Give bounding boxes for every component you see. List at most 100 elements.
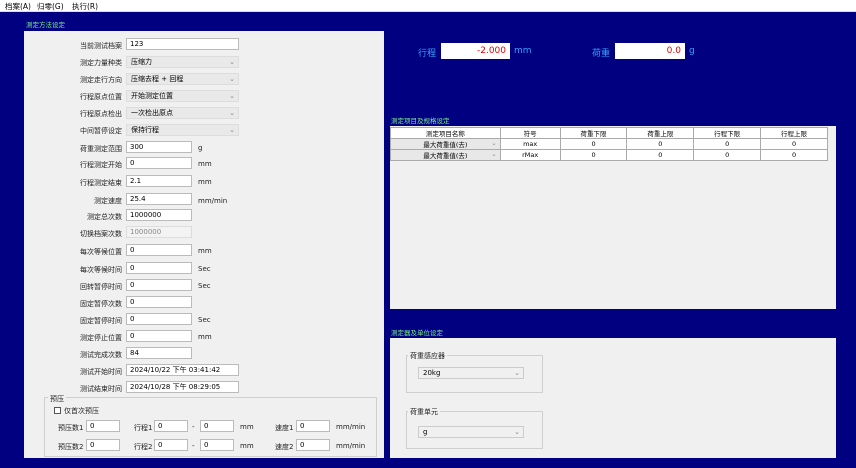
direction-select[interactable]: 压缩去程 + 回程 ⌄ bbox=[126, 73, 239, 85]
mid-pause-select[interactable]: 保持行程 ⌄ bbox=[126, 124, 239, 136]
load-readout-unit: g bbox=[689, 46, 695, 56]
total-count-label: 测定总次数 bbox=[87, 213, 122, 221]
stroke-readout-value: -2.000 bbox=[441, 43, 510, 59]
wait-pos-unit: mm bbox=[198, 247, 212, 255]
preload-stroke1-to[interactable]: 0 bbox=[200, 420, 234, 432]
start-time-label: 测试开始时间 bbox=[80, 368, 122, 376]
stop-pos-unit: mm bbox=[198, 333, 212, 341]
current-file-input[interactable]: 123 bbox=[126, 38, 239, 50]
origin-detect-label: 行程原点检出 bbox=[80, 110, 122, 118]
return-pause-input[interactable]: 0 bbox=[126, 279, 192, 291]
preload-speed2-label: 速度2 bbox=[275, 443, 294, 451]
preload-stroke1-from[interactable]: 0 bbox=[154, 420, 188, 432]
fixed-pause-time-input[interactable]: 0 bbox=[126, 313, 192, 325]
origin-detect-select[interactable]: 一次检出原点 ⌄ bbox=[126, 107, 239, 119]
unit-select[interactable]: g ⌄ bbox=[418, 426, 524, 438]
wait-pos-label: 每次等候位置 bbox=[80, 248, 122, 256]
unit-value: g bbox=[423, 428, 428, 436]
fixed-pause-time-unit: Sec bbox=[198, 316, 211, 324]
preload-count1-label: 预压数1 bbox=[58, 424, 84, 432]
sensor-panel: 荷重感应器 20kg ⌄ 荷重单元 g ⌄ bbox=[390, 338, 836, 458]
table-cell[interactable]: 0 bbox=[626, 138, 695, 150]
wait-time-input[interactable]: 0 bbox=[126, 262, 192, 274]
end-time-input[interactable]: 2024/10/28 下午 08:29:05 bbox=[126, 381, 239, 393]
spec-table: 测定项目名称 符号 荷重下限 荷重上限 行程下限 行程上限 最大荷重值(去) ⌄ … bbox=[390, 127, 828, 161]
table-cell[interactable]: 0 bbox=[760, 138, 828, 150]
chevron-down-icon: ⌄ bbox=[229, 92, 235, 100]
table-row: 最大荷重值(去) ⌄ rMax 0 0 0 0 bbox=[390, 149, 828, 161]
first-only-checkbox[interactable] bbox=[54, 407, 61, 414]
stroke-end-label: 行程测定结束 bbox=[80, 179, 122, 187]
fixed-pause-time-label: 固定暂停时间 bbox=[80, 317, 122, 325]
table-cell[interactable]: 0 bbox=[693, 138, 762, 150]
col-header: 荷重下限 bbox=[559, 127, 628, 139]
preload-speed1-input[interactable]: 0 bbox=[296, 420, 330, 432]
origin-detect-value: 一次检出原点 bbox=[131, 109, 173, 117]
table-cell[interactable]: 0 bbox=[626, 149, 695, 161]
sensor-value: 20kg bbox=[423, 369, 441, 377]
table-cell[interactable]: max bbox=[499, 138, 561, 150]
chevron-down-icon: ⌄ bbox=[491, 139, 497, 147]
force-type-label: 测定力量种类 bbox=[80, 59, 122, 67]
menu-file[interactable]: 档案(A) bbox=[5, 1, 31, 12]
preload-stroke2-label: 行程2 bbox=[134, 443, 153, 451]
current-file-label: 当前测试档案 bbox=[80, 42, 122, 50]
direction-value: 压缩去程 + 回程 bbox=[131, 75, 184, 83]
preload-stroke2-to[interactable]: 0 bbox=[200, 439, 234, 451]
start-time-input[interactable]: 2024/10/22 下午 03:41:42 bbox=[126, 364, 239, 376]
chevron-down-icon: ⌄ bbox=[229, 58, 235, 66]
item-name-select[interactable]: 最大荷重值(去) ⌄ bbox=[390, 138, 501, 150]
stroke-start-unit: mm bbox=[198, 160, 212, 168]
first-only-label: 仅首次预压 bbox=[64, 407, 99, 415]
method-section-title: 测定方法设定 bbox=[26, 21, 65, 29]
preload-count2-input[interactable]: 0 bbox=[86, 439, 120, 451]
stroke-readout-unit: mm bbox=[514, 46, 532, 56]
table-cell[interactable]: 0 bbox=[760, 149, 828, 161]
wait-time-label: 每次等候时间 bbox=[80, 266, 122, 274]
preload-count2-label: 预压数2 bbox=[58, 443, 84, 451]
col-header: 测定项目名称 bbox=[390, 127, 501, 139]
spec-table-header: 测定项目名称 符号 荷重下限 荷重上限 行程下限 行程上限 bbox=[390, 127, 828, 139]
wait-pos-input[interactable]: 0 bbox=[126, 244, 192, 256]
table-cell[interactable]: rMax bbox=[499, 149, 561, 161]
fixed-pause-count-input[interactable]: 0 bbox=[126, 296, 192, 308]
preload-speed2-unit: mm/min bbox=[336, 442, 366, 450]
spec-section-title: 测定项目及规格设定 bbox=[391, 117, 450, 125]
load-range-unit: g bbox=[198, 144, 203, 152]
menu-zero[interactable]: 归零(G) bbox=[37, 1, 64, 12]
preload-count1-input[interactable]: 0 bbox=[86, 420, 120, 432]
speed-label: 测定速度 bbox=[94, 197, 122, 205]
method-panel: 当前测试档案 123 测定力量种类 压缩力 ⌄ 测定走行方向 压缩去程 + 回程 ⌄… bbox=[24, 31, 384, 458]
sensor-select[interactable]: 20kg ⌄ bbox=[418, 367, 524, 379]
mid-pause-value: 保持行程 bbox=[131, 126, 159, 134]
col-header: 行程上限 bbox=[760, 127, 828, 139]
switch-count-label: 切换档案次数 bbox=[80, 230, 122, 238]
stop-pos-input[interactable]: 0 bbox=[126, 330, 192, 342]
stroke-start-input[interactable]: 0 bbox=[126, 157, 192, 169]
stroke-start-label: 行程测定开始 bbox=[80, 161, 122, 169]
table-cell[interactable]: 0 bbox=[559, 149, 628, 161]
speed-input[interactable]: 25.4 bbox=[126, 193, 192, 205]
done-count-input[interactable]: 84 bbox=[126, 347, 192, 359]
preload-speed1-label: 速度1 bbox=[275, 424, 294, 432]
menu-run[interactable]: 执行(R) bbox=[72, 1, 98, 12]
stop-pos-label: 测定停止位置 bbox=[80, 334, 122, 342]
preload-stroke2-from[interactable]: 0 bbox=[154, 439, 188, 451]
sensor-label: 荷重感应器 bbox=[408, 351, 447, 361]
item-name-select[interactable]: 最大荷重值(去) ⌄ bbox=[390, 149, 501, 161]
table-cell[interactable]: 0 bbox=[693, 149, 762, 161]
table-cell[interactable]: 0 bbox=[559, 138, 628, 150]
direction-label: 测定走行方向 bbox=[80, 76, 122, 84]
origin-pos-select[interactable]: 开始测定位置 ⌄ bbox=[126, 90, 239, 102]
preload-stroke1-unit: mm bbox=[240, 423, 254, 431]
col-header: 行程下限 bbox=[693, 127, 762, 139]
total-count-input[interactable]: 1000000 bbox=[126, 209, 192, 221]
stroke-end-input[interactable]: 2.1 bbox=[126, 175, 192, 187]
preload-stroke1-dash: - bbox=[192, 423, 195, 431]
preload-speed2-input[interactable]: 0 bbox=[296, 439, 330, 451]
switch-count-input: 1000000 bbox=[126, 226, 192, 238]
load-range-input[interactable]: 300 bbox=[126, 141, 192, 153]
done-count-label: 测试完成次数 bbox=[80, 351, 122, 359]
force-type-select[interactable]: 压缩力 ⌄ bbox=[126, 56, 239, 68]
origin-pos-value: 开始测定位置 bbox=[131, 92, 173, 100]
